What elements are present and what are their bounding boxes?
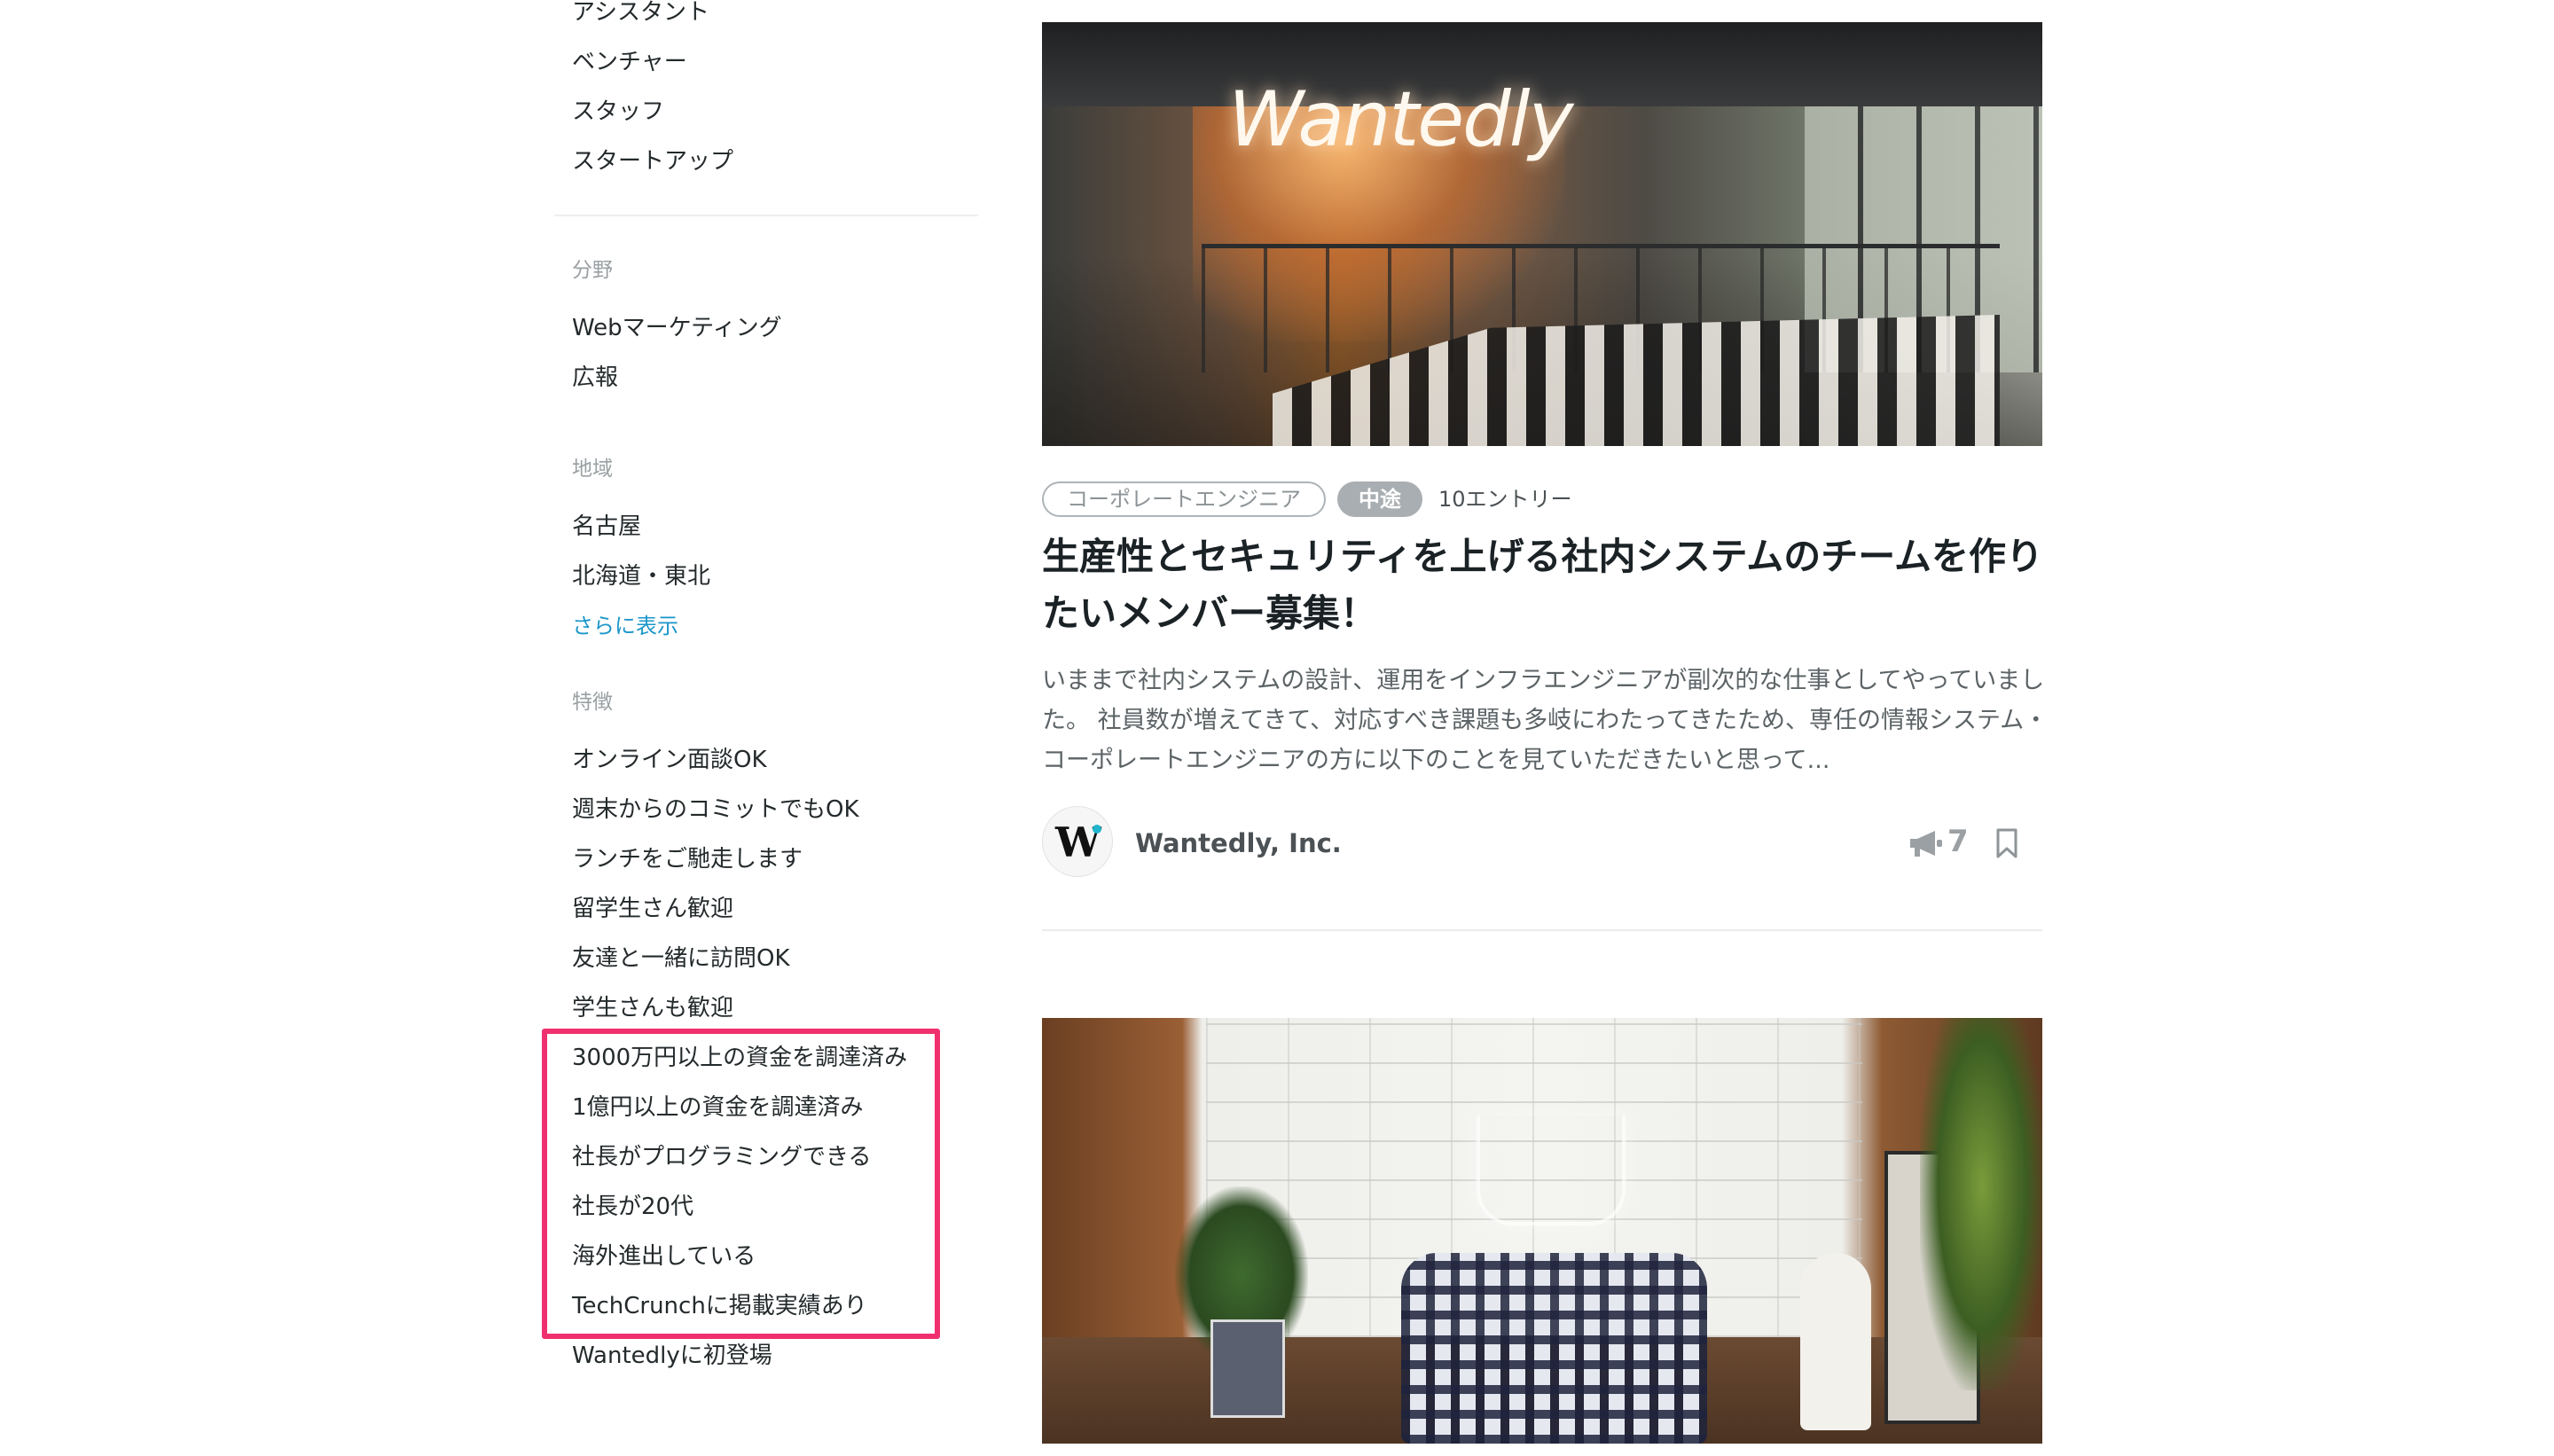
features-heading: 特徴 xyxy=(572,691,613,714)
filter-occupation-venture[interactable]: ベンチャー xyxy=(572,47,687,77)
filter-feature-weekend-commit[interactable]: 週末からのコミットでもOK xyxy=(572,795,859,825)
filter-feature-visit-with-friends[interactable]: 友達と一緒に訪問OK xyxy=(572,943,790,974)
show-more-link[interactable]: さらに表示 xyxy=(572,611,678,641)
image-plant-right xyxy=(1920,1018,2042,1390)
highlight-annotation-box xyxy=(542,1029,940,1339)
image-magazine xyxy=(1210,1319,1285,1418)
bookmark-icon[interactable] xyxy=(1995,827,2018,859)
region-heading: 地域 xyxy=(572,458,613,481)
hiring-type-badge: 中途 xyxy=(1337,481,1422,517)
sidebar-divider xyxy=(554,215,978,216)
filter-feature-intl-students[interactable]: 留学生さん歓迎 xyxy=(572,894,733,924)
wantedly-logo-icon: W xyxy=(1055,818,1101,866)
image-neon-logo-text: Wantedly xyxy=(1228,75,1574,164)
image-plaid-sofa xyxy=(1401,1253,1707,1444)
filter-sidebar: アシスタント ベンチャー スタッフ スタートアップ 分野 Webマーケティング … xyxy=(0,0,984,1456)
filter-feature-students-welcome[interactable]: 学生さんも歓迎 xyxy=(572,993,733,1023)
job-cover-image-next[interactable] xyxy=(1042,1018,2042,1444)
field-heading: 分野 xyxy=(572,259,613,282)
image-dog-statue xyxy=(1800,1253,1871,1430)
filter-occupation-assistant[interactable]: アシスタント xyxy=(572,0,709,27)
image-neon-w-logo xyxy=(1477,1115,1626,1225)
logo-dot xyxy=(1093,825,1101,834)
company-name[interactable]: Wantedly, Inc. xyxy=(1135,827,1342,859)
filter-feature-lunch[interactable]: ランチをご馳走します xyxy=(572,844,803,874)
entry-count: 10エントリー xyxy=(1438,487,1572,512)
megaphone-icon[interactable] xyxy=(1908,828,1944,858)
company-logo[interactable]: W xyxy=(1042,806,1113,877)
filter-occupation-startup[interactable]: スタートアップ xyxy=(572,146,733,176)
filter-feature-new-on-wantedly[interactable]: Wantedlyに初登場 xyxy=(572,1341,772,1371)
job-title[interactable]: 生産性とセキュリティを上げる社内システムのチームを作りたいメンバー募集！ xyxy=(1042,528,2062,642)
filter-region-nagoya[interactable]: 名古屋 xyxy=(572,512,641,542)
card-divider xyxy=(1042,929,2042,931)
role-tag[interactable]: コーポレートエンジニア xyxy=(1042,481,1326,517)
job-cover-image[interactable]: Wantedly xyxy=(1042,22,2042,446)
filter-field-web-marketing[interactable]: Webマーケティング xyxy=(572,313,782,343)
job-excerpt: いままで社内システムの設計、運用をインフラエンジニアが副次的な仕事としてやってい… xyxy=(1042,667,2049,774)
filter-feature-online-interview[interactable]: オンライン面談OK xyxy=(572,745,767,775)
filter-field-pr[interactable]: 広報 xyxy=(572,363,618,393)
cheer-count: 7 xyxy=(1947,824,1969,859)
filter-region-hokkaido-tohoku[interactable]: 北海道・東北 xyxy=(572,561,710,591)
filter-occupation-staff[interactable]: スタッフ xyxy=(572,97,664,127)
